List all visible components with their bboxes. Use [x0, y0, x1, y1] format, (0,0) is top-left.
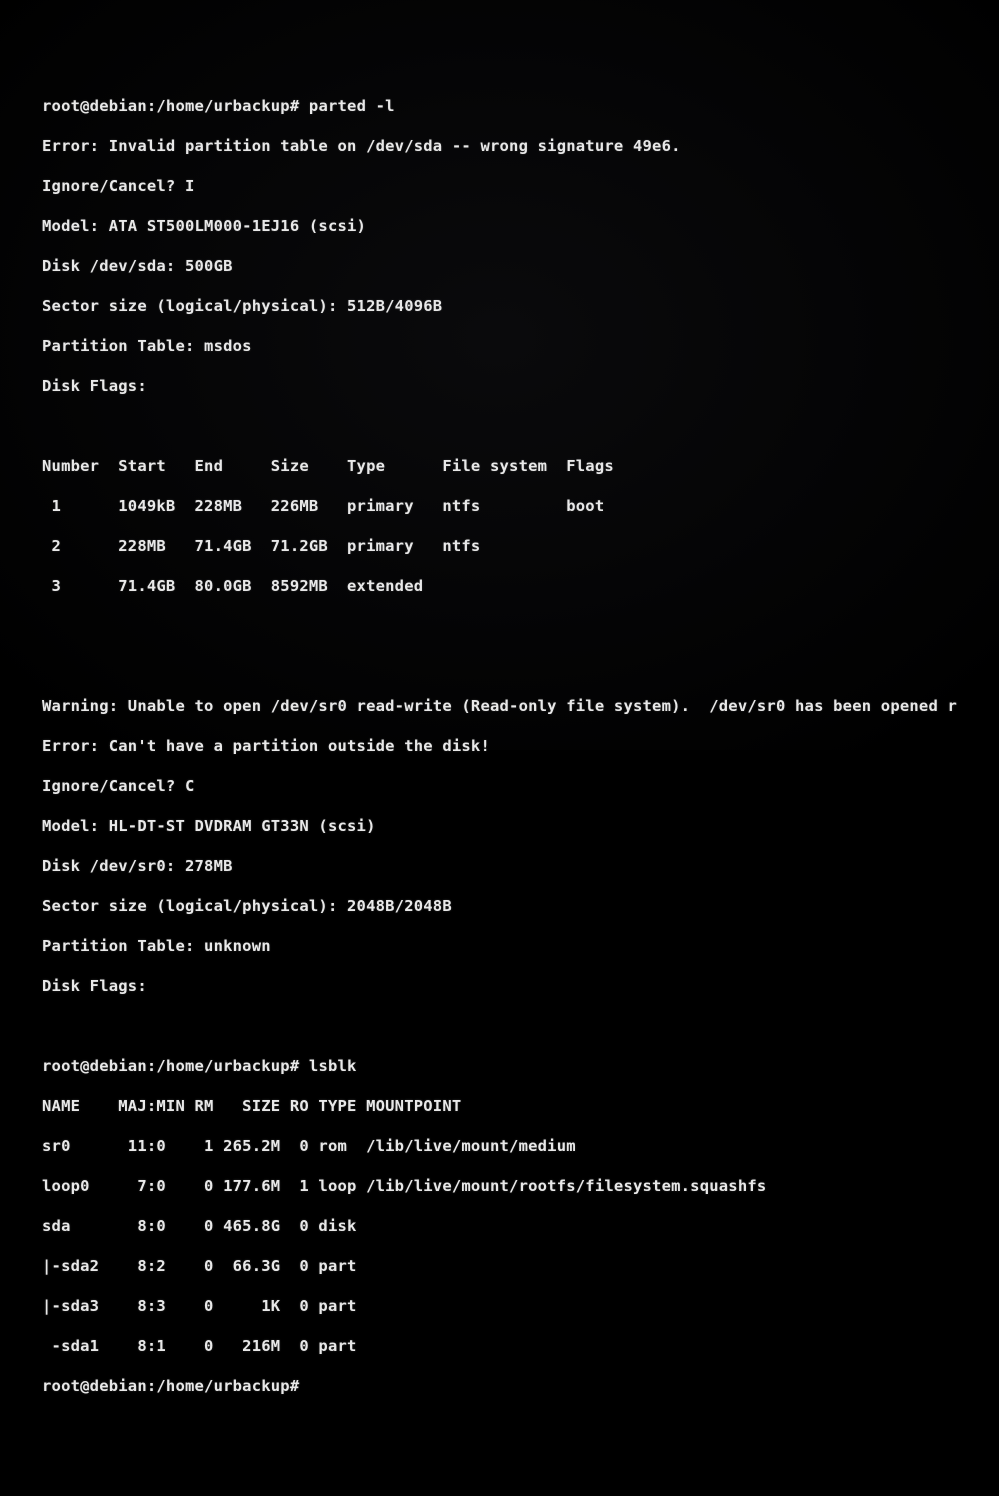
parted-sr0-model: Model: HL-DT-ST DVDRAM GT33N (scsi): [42, 816, 999, 836]
lsblk-row-sda2: |-sda2 8:2 0 66.3G 0 part: [42, 1256, 999, 1276]
parted-sr0-flags: Disk Flags:: [42, 976, 999, 996]
prompt: root@debian:/home/urbackup#: [42, 97, 299, 115]
lsblk-row-loop0: loop0 7:0 0 177.6M 1 loop /lib/live/moun…: [42, 1176, 999, 1196]
lsblk-row-sda: sda 8:0 0 465.8G 0 disk: [42, 1216, 999, 1236]
parted-header: Number Start End Size Type File system F…: [42, 456, 999, 476]
prompt-line-idle[interactable]: root@debian:/home/urbackup#: [42, 1376, 999, 1396]
lsblk-header: NAME MAJ:MIN RM SIZE RO TYPE MOUNTPOINT: [42, 1096, 999, 1116]
parted-sr0-disk: Disk /dev/sr0: 278MB: [42, 856, 999, 876]
parted-row-1: 1 1049kB 228MB 226MB primary ntfs boot: [42, 496, 999, 516]
cmd-parted: parted -l: [309, 97, 395, 115]
parted-sda-disk: Disk /dev/sda: 500GB: [42, 256, 999, 276]
parted-sda-ignore: Ignore/Cancel? I: [42, 176, 999, 196]
parted-sr0-ignore: Ignore/Cancel? C: [42, 776, 999, 796]
prompt-line-lsblk[interactable]: root@debian:/home/urbackup# lsblk: [42, 1056, 999, 1076]
parted-sr0-ptable: Partition Table: unknown: [42, 936, 999, 956]
parted-sr0-error: Error: Can't have a partition outside th…: [42, 736, 999, 756]
parted-sr0-sector: Sector size (logical/physical): 2048B/20…: [42, 896, 999, 916]
parted-row-2: 2 228MB 71.4GB 71.2GB primary ntfs: [42, 536, 999, 556]
parted-sda-flags: Disk Flags:: [42, 376, 999, 396]
blank-line-1: [42, 416, 999, 436]
parted-sda-error: Error: Invalid partition table on /dev/s…: [42, 136, 999, 156]
parted-sr0-warn: Warning: Unable to open /dev/sr0 read-wr…: [42, 696, 999, 716]
parted-sda-ptable: Partition Table: msdos: [42, 336, 999, 356]
parted-sda-sector: Sector size (logical/physical): 512B/409…: [42, 296, 999, 316]
lsblk-row-sr0: sr0 11:0 1 265.2M 0 rom /lib/live/mount/…: [42, 1136, 999, 1156]
cmd-lsblk: lsblk: [309, 1057, 357, 1075]
prompt: root@debian:/home/urbackup#: [42, 1057, 299, 1075]
lsblk-row-sda3: |-sda3 8:3 0 1K 0 part: [42, 1296, 999, 1316]
blank-line-3: [42, 656, 999, 676]
blank-line-4: [42, 1016, 999, 1036]
lsblk-row-sda1: -sda1 8:1 0 216M 0 part: [42, 1336, 999, 1356]
prompt: root@debian:/home/urbackup#: [42, 1377, 299, 1395]
blank-line-2: [42, 616, 999, 636]
prompt-line-parted[interactable]: root@debian:/home/urbackup# parted -l: [42, 96, 999, 116]
parted-row-3: 3 71.4GB 80.0GB 8592MB extended: [42, 576, 999, 596]
parted-sda-model: Model: ATA ST500LM000-1EJ16 (scsi): [42, 216, 999, 236]
